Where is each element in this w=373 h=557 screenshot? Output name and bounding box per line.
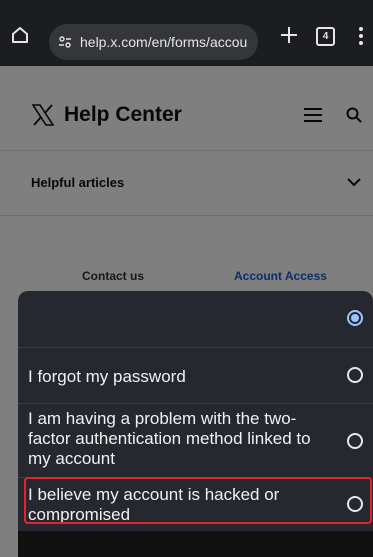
select-option-forgot-password[interactable]: I forgot my password (18, 348, 373, 404)
select-option-two-factor-problem[interactable]: I am having a problem with the two-facto… (18, 404, 373, 478)
browser-toolbar: help.x.com/en/forms/accou 4 (0, 0, 373, 66)
more-vert-icon[interactable] (357, 26, 365, 46)
option-label: I forgot my password (28, 367, 186, 386)
tab-count-icon[interactable]: 4 (316, 27, 335, 46)
site-settings-icon[interactable] (58, 35, 72, 49)
bottom-strip (18, 531, 373, 557)
url-text: help.x.com/en/forms/accou (80, 34, 248, 50)
radio-icon[interactable] (347, 367, 363, 383)
address-bar[interactable]: help.x.com/en/forms/accou (49, 24, 258, 60)
radio-icon[interactable] (347, 310, 363, 326)
select-option-blank[interactable] (18, 291, 373, 348)
home-icon[interactable] (10, 25, 30, 45)
highlight-annotation (24, 477, 372, 524)
option-label: I am having a problem with the two-facto… (28, 409, 311, 468)
plus-icon[interactable] (279, 25, 299, 45)
radio-icon[interactable] (347, 433, 363, 449)
